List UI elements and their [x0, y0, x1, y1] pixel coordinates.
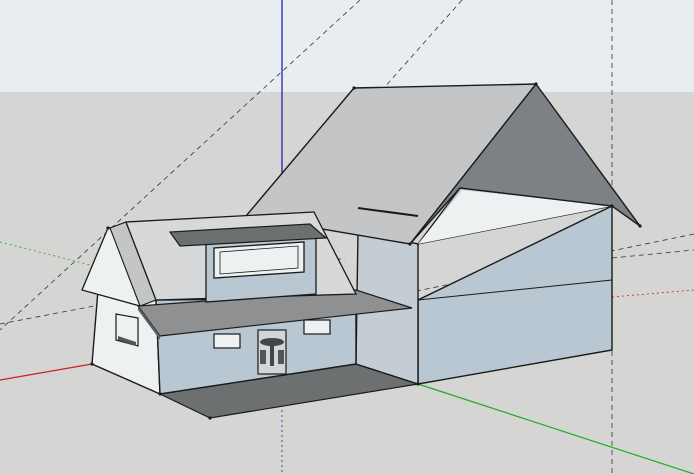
table-leg	[270, 344, 274, 366]
model-canvas[interactable]	[0, 0, 694, 474]
window-front-1[interactable]	[213, 333, 241, 349]
sketchup-viewport[interactable]	[0, 0, 694, 474]
chair-right	[278, 350, 284, 364]
dormer-window[interactable]	[213, 241, 305, 279]
sky	[0, 0, 694, 92]
window-front-2[interactable]	[303, 319, 331, 335]
chair-left	[260, 350, 266, 364]
